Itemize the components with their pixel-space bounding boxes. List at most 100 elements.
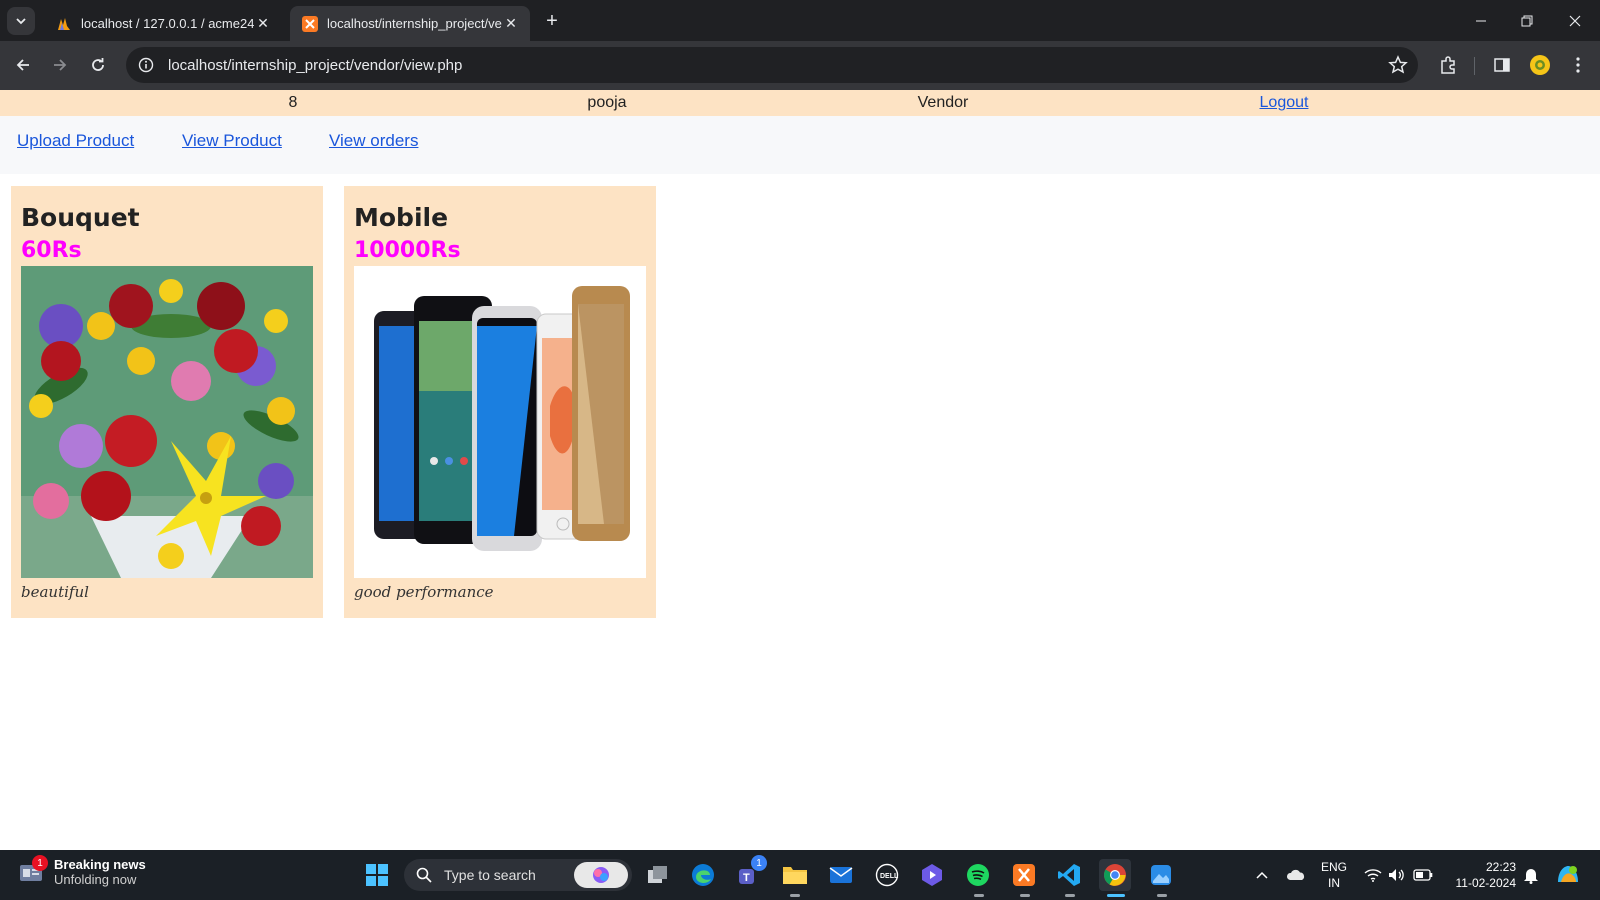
show-hidden-icons[interactable] <box>1252 850 1272 900</box>
upload-product-link[interactable]: Upload Product <box>17 131 134 151</box>
vendor-id: 8 <box>288 94 298 111</box>
product-image-bouquet <box>21 266 313 578</box>
media-player-icon[interactable] <box>916 859 948 891</box>
active-indicator <box>1107 894 1125 897</box>
clock-time: 22:23 <box>1485 860 1516 874</box>
product-description: beautiful <box>21 583 89 601</box>
reload-icon <box>92 58 104 71</box>
restore-icon <box>1521 15 1533 26</box>
product-price: 10000Rs <box>354 238 461 263</box>
taskbar-search[interactable]: Type to search <box>404 859 632 891</box>
photos-icon[interactable] <box>1145 859 1177 891</box>
mail-icon[interactable] <box>825 859 857 891</box>
close-tab-icon[interactable]: ✕ <box>254 15 272 33</box>
product-description: good performance <box>354 583 494 601</box>
news-title: Breaking news <box>54 857 146 872</box>
bookmark-star-icon[interactable] <box>1388 55 1408 75</box>
tab-view-php[interactable]: localhost/internship_project/vendor/view… <box>290 6 530 41</box>
chevron-up-icon <box>1256 871 1268 879</box>
product-image-smartphones <box>354 266 646 578</box>
forward-button[interactable] <box>44 49 76 81</box>
close-tab-icon[interactable]: ✕ <box>502 15 520 33</box>
svg-text:T: T <box>743 872 750 884</box>
running-indicator <box>1020 894 1030 897</box>
clock[interactable]: 22:23 11-02-2024 <box>1444 850 1517 900</box>
edge-icon[interactable] <box>687 859 719 891</box>
product-name: Mobile <box>354 203 449 232</box>
windows-taskbar: 1 Breaking news Unfolding now Type to se… <box>0 850 1600 900</box>
browser-toolbar: localhost/internship_project/vendor/view… <box>0 41 1600 90</box>
dell-icon[interactable]: DELL <box>871 859 903 891</box>
browser-tab-strip: localhost / 127.0.0.1 / acme24 / ✕ local… <box>0 0 1600 41</box>
language-code: ENG <box>1320 860 1347 874</box>
view-product-link[interactable]: View Product <box>182 131 282 151</box>
running-indicator <box>1157 894 1167 897</box>
news-subtitle: Unfolding now <box>54 872 137 887</box>
xampp-icon <box>302 15 318 32</box>
toolbar-divider <box>1474 57 1475 75</box>
url-text: localhost/internship_project/vendor/view… <box>168 56 463 74</box>
battery-icon[interactable] <box>1411 850 1435 900</box>
spotify-icon[interactable] <box>962 859 994 891</box>
copilot-icon <box>574 862 628 888</box>
back-button[interactable] <box>7 49 39 81</box>
running-indicator <box>1065 894 1075 897</box>
product-card: Bouquet 60Rs beautiful <box>11 186 323 618</box>
language-indicator[interactable]: ENG IN <box>1316 850 1352 900</box>
view-orders-link[interactable]: View orders <box>329 131 418 151</box>
vscode-icon[interactable] <box>1053 859 1085 891</box>
page-content: 8 pooja Vendor Logout Upload Product Vie… <box>0 90 1600 850</box>
news-badge: 1 <box>32 855 48 871</box>
new-tab-button[interactable]: + <box>540 9 564 33</box>
chevron-down-icon <box>16 18 26 25</box>
vendor-name: pooja <box>587 94 627 111</box>
tab-search-button[interactable] <box>7 7 35 35</box>
teams-badge: 1 <box>751 855 767 871</box>
close-window-button[interactable] <box>1552 0 1598 41</box>
chrome-icon[interactable] <box>1099 859 1131 891</box>
file-explorer-icon[interactable] <box>779 859 811 891</box>
search-placeholder: Type to search <box>444 867 536 883</box>
address-bar[interactable]: localhost/internship_project/vendor/view… <box>126 47 1418 83</box>
phpmyadmin-icon <box>58 17 70 30</box>
user-role: Vendor <box>917 94 969 111</box>
search-icon <box>416 867 432 883</box>
running-indicator <box>974 894 984 897</box>
wifi-icon[interactable] <box>1362 850 1384 900</box>
vendor-menu: Upload Product View Product View orders <box>0 116 1600 174</box>
news-widget[interactable]: 1 Breaking news Unfolding now <box>18 855 146 887</box>
clock-date: 11-02-2024 <box>1455 876 1517 890</box>
task-view-icon[interactable] <box>642 859 674 891</box>
close-icon <box>1569 15 1581 26</box>
start-button[interactable] <box>361 859 393 891</box>
minimize-icon <box>1476 20 1486 21</box>
product-name: Bouquet <box>21 203 140 232</box>
arrow-left-icon <box>16 59 29 71</box>
reload-button[interactable] <box>82 49 114 81</box>
side-panel-icon[interactable] <box>1490 53 1514 77</box>
xampp-taskbar-icon[interactable] <box>1008 859 1040 891</box>
tab-title: localhost/internship_project/vendor/view… <box>327 16 502 31</box>
arrow-right-icon <box>54 59 67 71</box>
product-card: Mobile 10000Rs good performance <box>344 186 656 618</box>
browser-menu-icon[interactable] <box>1566 53 1590 77</box>
notifications-icon[interactable] <box>1520 850 1542 900</box>
product-price: 60Rs <box>21 238 82 263</box>
onedrive-icon[interactable] <box>1283 850 1309 900</box>
logout-link[interactable]: Logout <box>1260 94 1309 111</box>
running-indicator <box>790 894 800 897</box>
tab-title: localhost / 127.0.0.1 / acme24 / <box>81 16 254 31</box>
windows-icon <box>366 864 388 886</box>
teams-icon[interactable]: T 1 <box>733 855 767 891</box>
tab-phpmyadmin[interactable]: localhost / 127.0.0.1 / acme24 / ✕ <box>44 6 282 41</box>
user-info-bar: 8 pooja Vendor Logout <box>0 90 1600 116</box>
volume-icon[interactable] <box>1386 850 1408 900</box>
profile-avatar[interactable] <box>1528 53 1552 77</box>
site-info-icon[interactable] <box>130 49 162 81</box>
restore-button[interactable] <box>1504 0 1550 41</box>
extensions-icon[interactable] <box>1436 53 1460 77</box>
news-icon: 1 <box>18 855 48 885</box>
copilot-tray-icon[interactable] <box>1553 850 1583 900</box>
svg-text:DELL: DELL <box>880 873 899 880</box>
minimize-button[interactable] <box>1458 0 1504 41</box>
